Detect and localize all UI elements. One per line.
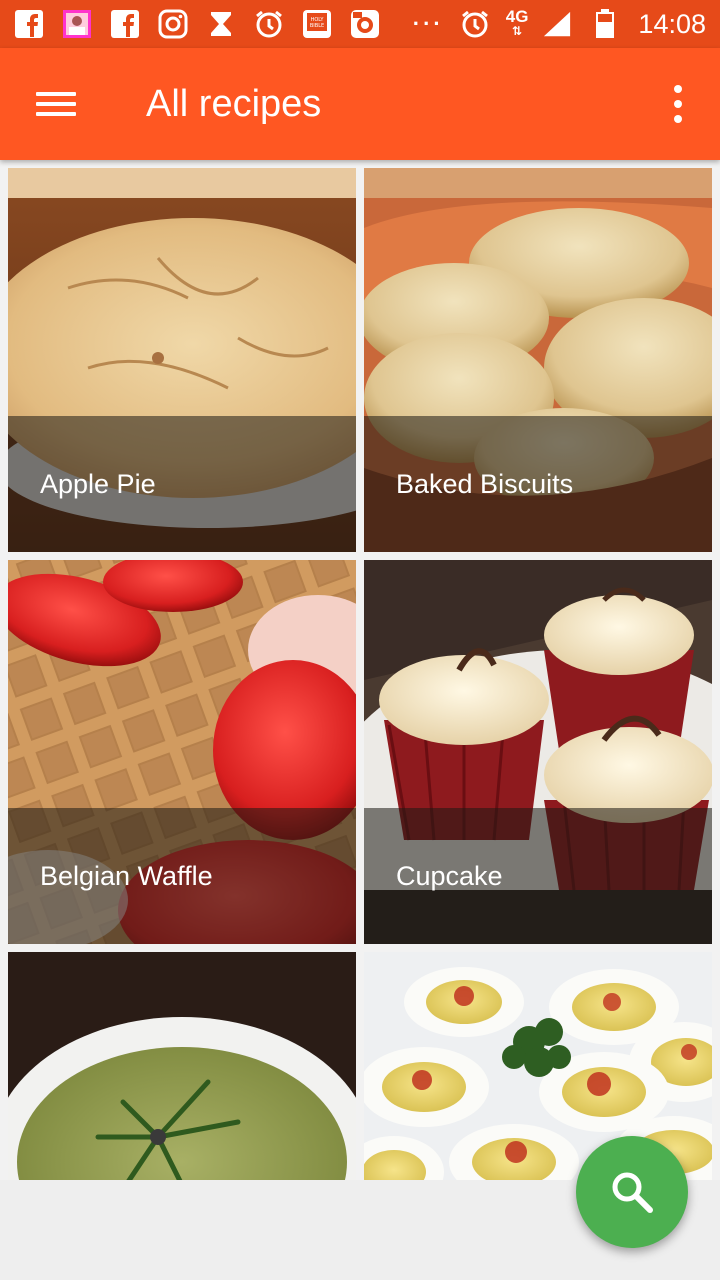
recipe-title: Cupcake — [396, 861, 503, 891]
recipe-card-belgian-waffle[interactable]: Belgian Waffle — [8, 560, 356, 944]
battery-icon — [590, 9, 620, 39]
camera-app-icon — [350, 9, 380, 39]
hourglass-icon — [206, 9, 236, 39]
status-bar: HOLY BIBLE ··· 4G ⇅ 14:08 — [0, 0, 720, 48]
search-fab-button[interactable] — [576, 1136, 688, 1248]
clock: 14:08 — [638, 8, 706, 39]
hamburger-menu-icon[interactable] — [36, 89, 76, 119]
more-notifications-indicator: ··· — [412, 11, 444, 36]
recipe-title: Apple Pie — [40, 469, 156, 499]
signal-icon — [542, 9, 572, 39]
alarm-icon — [460, 9, 490, 39]
alarm-icon — [254, 9, 284, 39]
screen: HOLY BIBLE ··· 4G ⇅ 14:08 All recipes Ap… — [0, 0, 720, 1280]
facebook-icon — [110, 9, 140, 39]
bible-app-icon: HOLY BIBLE — [302, 9, 332, 39]
recipe-card-apple-pie[interactable]: Apple Pie — [8, 168, 356, 552]
network-type-indicator: 4G ⇅ — [505, 7, 529, 38]
recipe-card-baked-biscuits[interactable]: Baked Biscuits — [364, 168, 712, 552]
recipe-card-cupcake[interactable]: Cupcake — [364, 560, 712, 944]
recipe-title: Belgian Waffle — [40, 861, 213, 891]
photo-app-icon — [62, 9, 92, 39]
recipe-grid: Apple Pie Baked Biscuits Belgian Waffle … — [0, 160, 720, 1180]
search-icon — [612, 1172, 653, 1213]
recipe-card-asparagus-soup[interactable] — [8, 952, 356, 1180]
more-vert-icon[interactable] — [672, 85, 684, 123]
app-toolbar: All recipes — [0, 48, 720, 160]
recipe-title: Baked Biscuits — [396, 469, 574, 499]
asparagus-soup-image — [8, 952, 356, 1180]
svg-text:BIBLE: BIBLE — [310, 23, 324, 29]
facebook-icon — [14, 9, 44, 39]
page-title: All recipes — [146, 82, 322, 125]
instagram-icon — [158, 9, 188, 39]
